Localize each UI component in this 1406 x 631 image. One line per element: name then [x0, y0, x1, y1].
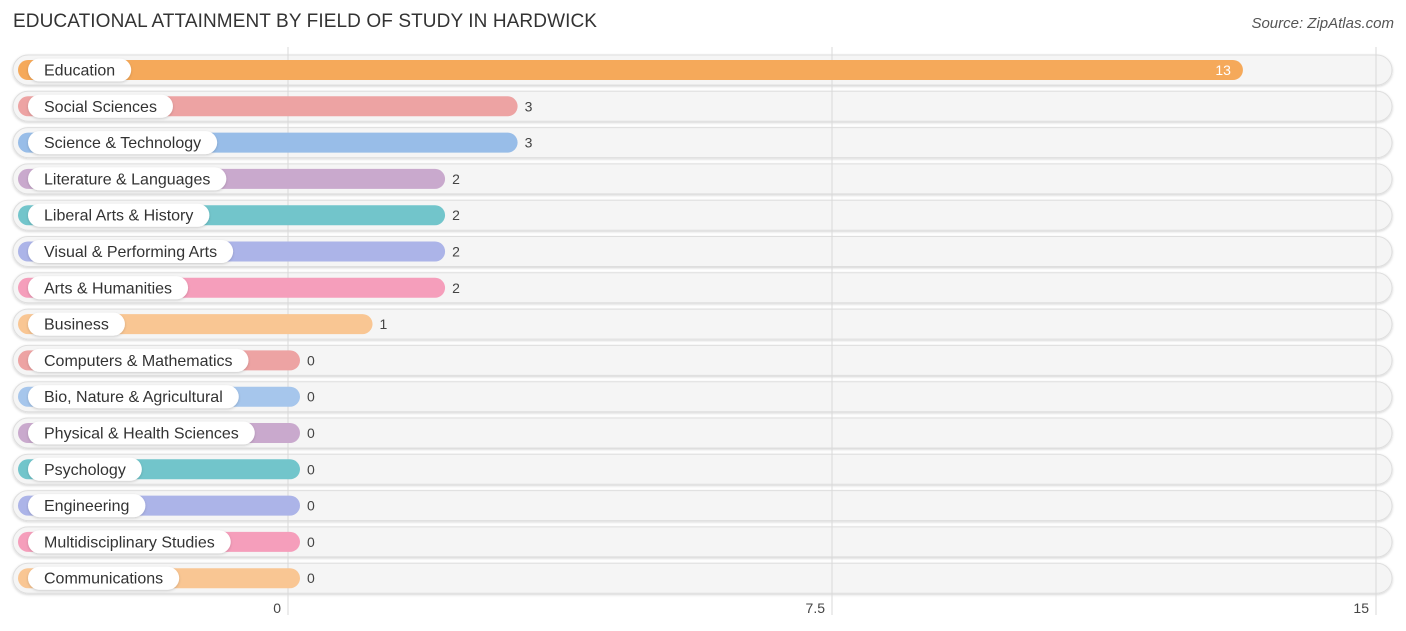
bar-row[interactable]: Engineering 0: [18, 494, 315, 518]
value-label: 2: [452, 280, 460, 296]
value-label: 0: [307, 389, 315, 405]
value-label: 13: [1215, 62, 1231, 78]
bar-row[interactable]: Arts & Humanities 2: [18, 276, 460, 300]
value-label: 0: [307, 570, 315, 586]
category-label: Physical & Health Sciences: [44, 426, 239, 443]
value-label: 0: [307, 425, 315, 441]
bar-row[interactable]: Education 13: [18, 58, 1243, 82]
bar-chart: Education 13Social Sciences 3Science & Tec…: [12, 47, 1393, 616]
bar-row[interactable]: Business 1: [18, 312, 388, 336]
value-label: 0: [307, 461, 315, 477]
value-label: 3: [525, 135, 533, 151]
bar-row[interactable]: Multidisciplinary Studies 0: [18, 530, 315, 554]
category-label: Computers & Mathematics: [44, 353, 233, 370]
x-tick-label: 0: [273, 600, 281, 616]
bar[interactable]: [18, 60, 1243, 80]
bar-row[interactable]: Physical & Health Sciences 0: [18, 421, 315, 445]
value-label: 0: [307, 498, 315, 514]
x-tick-label: 7.5: [806, 600, 826, 616]
bar-row[interactable]: Science & Technology 3: [18, 131, 533, 155]
value-label: 2: [452, 171, 460, 187]
value-label: 2: [452, 207, 460, 223]
bar-row[interactable]: Visual & Performing Arts 2: [18, 240, 460, 263]
category-label: Science & Technology: [44, 135, 201, 152]
category-label: Psychology: [44, 462, 126, 479]
bar-row[interactable]: Bio, Nature & Agricultural 0: [18, 385, 315, 409]
value-label: 0: [307, 534, 315, 550]
category-label: Arts & Humanities: [44, 280, 172, 297]
bar-row[interactable]: Computers & Mathematics 0: [18, 348, 315, 372]
category-label: Social Sciences: [44, 99, 157, 116]
category-label: Literature & Languages: [44, 171, 210, 188]
value-label: 1: [380, 316, 388, 332]
category-label: Visual & Performing Arts: [44, 244, 217, 261]
bar-row[interactable]: Literature & Languages 2: [18, 167, 460, 191]
category-label: Multidisciplinary Studies: [44, 534, 215, 551]
value-label: 3: [525, 98, 533, 114]
value-label: 0: [307, 352, 315, 368]
category-label: Business: [44, 317, 109, 334]
bar-row[interactable]: Psychology 0: [18, 457, 315, 481]
category-label: Bio, Nature & Agricultural: [44, 389, 223, 406]
category-label: Liberal Arts & History: [44, 208, 193, 225]
bar-row[interactable]: Communications 0: [18, 566, 315, 590]
category-label: Engineering: [44, 498, 129, 515]
category-label: Communications: [44, 571, 163, 588]
bar-row[interactable]: Liberal Arts & History 2: [18, 203, 460, 227]
category-label: Education: [44, 63, 115, 80]
bar-row[interactable]: Social Sciences 3: [18, 94, 533, 118]
value-label: 2: [452, 244, 460, 260]
x-tick-label: 15: [1353, 600, 1369, 616]
